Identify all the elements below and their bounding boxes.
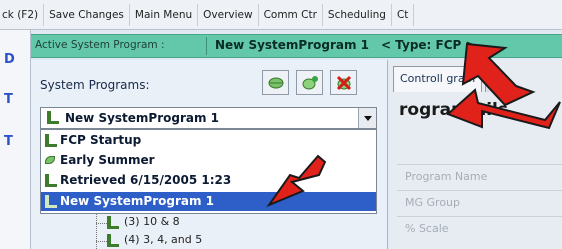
active-program-name: New SystemProgram 1 bbox=[215, 38, 370, 52]
toolbar-overview-button[interactable]: Overview bbox=[198, 3, 259, 26]
dropdown-item-new-systemprogram-1[interactable]: New SystemProgram 1 bbox=[41, 192, 376, 211]
tree-row-label: (3) 10 & 8 bbox=[124, 215, 180, 228]
tree-row-label: (4) 3, 4, and 5 bbox=[124, 233, 203, 246]
tab-controller-program[interactable]: Controll gram bbox=[393, 66, 483, 92]
dropdown-item-label: Retrieved 6/15/2005 1:23 bbox=[60, 173, 232, 187]
dropdown-item-label: New SystemProgram 1 bbox=[60, 194, 215, 208]
top-toolbar: ck (F2) Save Changes Main Menu Overview … bbox=[0, 0, 562, 30]
program-dropdown-list: FCP Startup Early Summer Retrieved 6/15/… bbox=[40, 129, 377, 214]
dropdown-item-label: Early Summer bbox=[60, 153, 155, 167]
left-strip-char: T bbox=[4, 92, 13, 107]
program-details-title: rogram ails bbox=[399, 100, 508, 120]
tab-other[interactable] bbox=[485, 66, 500, 92]
leaf-icon bbox=[268, 77, 283, 88]
dropdown-item-retrieved[interactable]: Retrieved 6/15/2005 1:23 bbox=[41, 171, 376, 190]
program-details-pane: Controll gram rogram ails Program Name M… bbox=[389, 60, 562, 249]
field-label: % Scale bbox=[405, 222, 449, 235]
tree-row[interactable]: (4) 3, 4, and 5 bbox=[40, 232, 377, 249]
field-label: Program Name bbox=[405, 170, 488, 183]
delete-icon bbox=[336, 75, 351, 90]
field-percent-scale: % Scale bbox=[397, 216, 562, 240]
system-program-icon bbox=[44, 174, 58, 188]
left-strip-char: T bbox=[4, 134, 13, 149]
program-tree: (3) 10 & 8 (4) 3, 4, and 5 bbox=[40, 214, 377, 249]
field-mg-group: MG Group bbox=[397, 190, 562, 214]
program-select[interactable]: New SystemProgram 1 bbox=[40, 107, 377, 129]
delete-program-button[interactable] bbox=[330, 70, 357, 95]
system-program-icon bbox=[106, 234, 120, 248]
field-program-name: Program Name bbox=[397, 164, 562, 188]
chevron-down-icon[interactable] bbox=[358, 108, 376, 128]
tree-row[interactable]: (3) 10 & 8 bbox=[40, 214, 377, 231]
leaf-icon bbox=[44, 154, 58, 168]
toolbar-scheduling-button[interactable]: Scheduling bbox=[323, 3, 392, 26]
add-program-icon bbox=[302, 75, 318, 89]
system-programs-title: System Programs: bbox=[40, 78, 150, 92]
left-strip-char: D bbox=[4, 52, 15, 67]
left-strip: D T T bbox=[0, 30, 31, 249]
header-divider bbox=[206, 37, 207, 55]
system-program-icon bbox=[44, 195, 58, 209]
toolbar-comm-ctr-button[interactable]: Comm Ctr bbox=[259, 3, 323, 26]
toolbar-more-button[interactable]: Ct bbox=[392, 3, 415, 26]
field-label: MG Group bbox=[405, 196, 460, 209]
active-program-label: Active System Program : bbox=[35, 39, 165, 51]
program-options-button[interactable] bbox=[262, 70, 289, 95]
dropdown-item-early-summer[interactable]: Early Summer bbox=[41, 151, 376, 170]
add-program-button[interactable] bbox=[296, 70, 323, 95]
program-select-value: New SystemProgram 1 bbox=[65, 111, 220, 125]
system-program-icon bbox=[106, 216, 120, 230]
active-program-header: Active System Program : New SystemProgra… bbox=[31, 34, 562, 58]
details-tabs: Controll gram bbox=[393, 66, 502, 92]
toolbar-save-changes-button[interactable]: Save Changes bbox=[44, 3, 130, 26]
dropdown-item-label: FCP Startup bbox=[60, 133, 142, 147]
toolbar-main-menu-button[interactable]: Main Menu bbox=[130, 3, 199, 26]
system-program-icon bbox=[44, 134, 58, 148]
system-programs-panel: System Programs: New SystemProgram 1 FCP… bbox=[31, 60, 388, 249]
active-program-type: < Type: FCP > bbox=[381, 38, 476, 52]
system-program-icon bbox=[46, 111, 60, 125]
dropdown-item-fcp-startup[interactable]: FCP Startup bbox=[41, 131, 376, 150]
toolbar-back-button[interactable]: ck (F2) bbox=[0, 3, 45, 26]
